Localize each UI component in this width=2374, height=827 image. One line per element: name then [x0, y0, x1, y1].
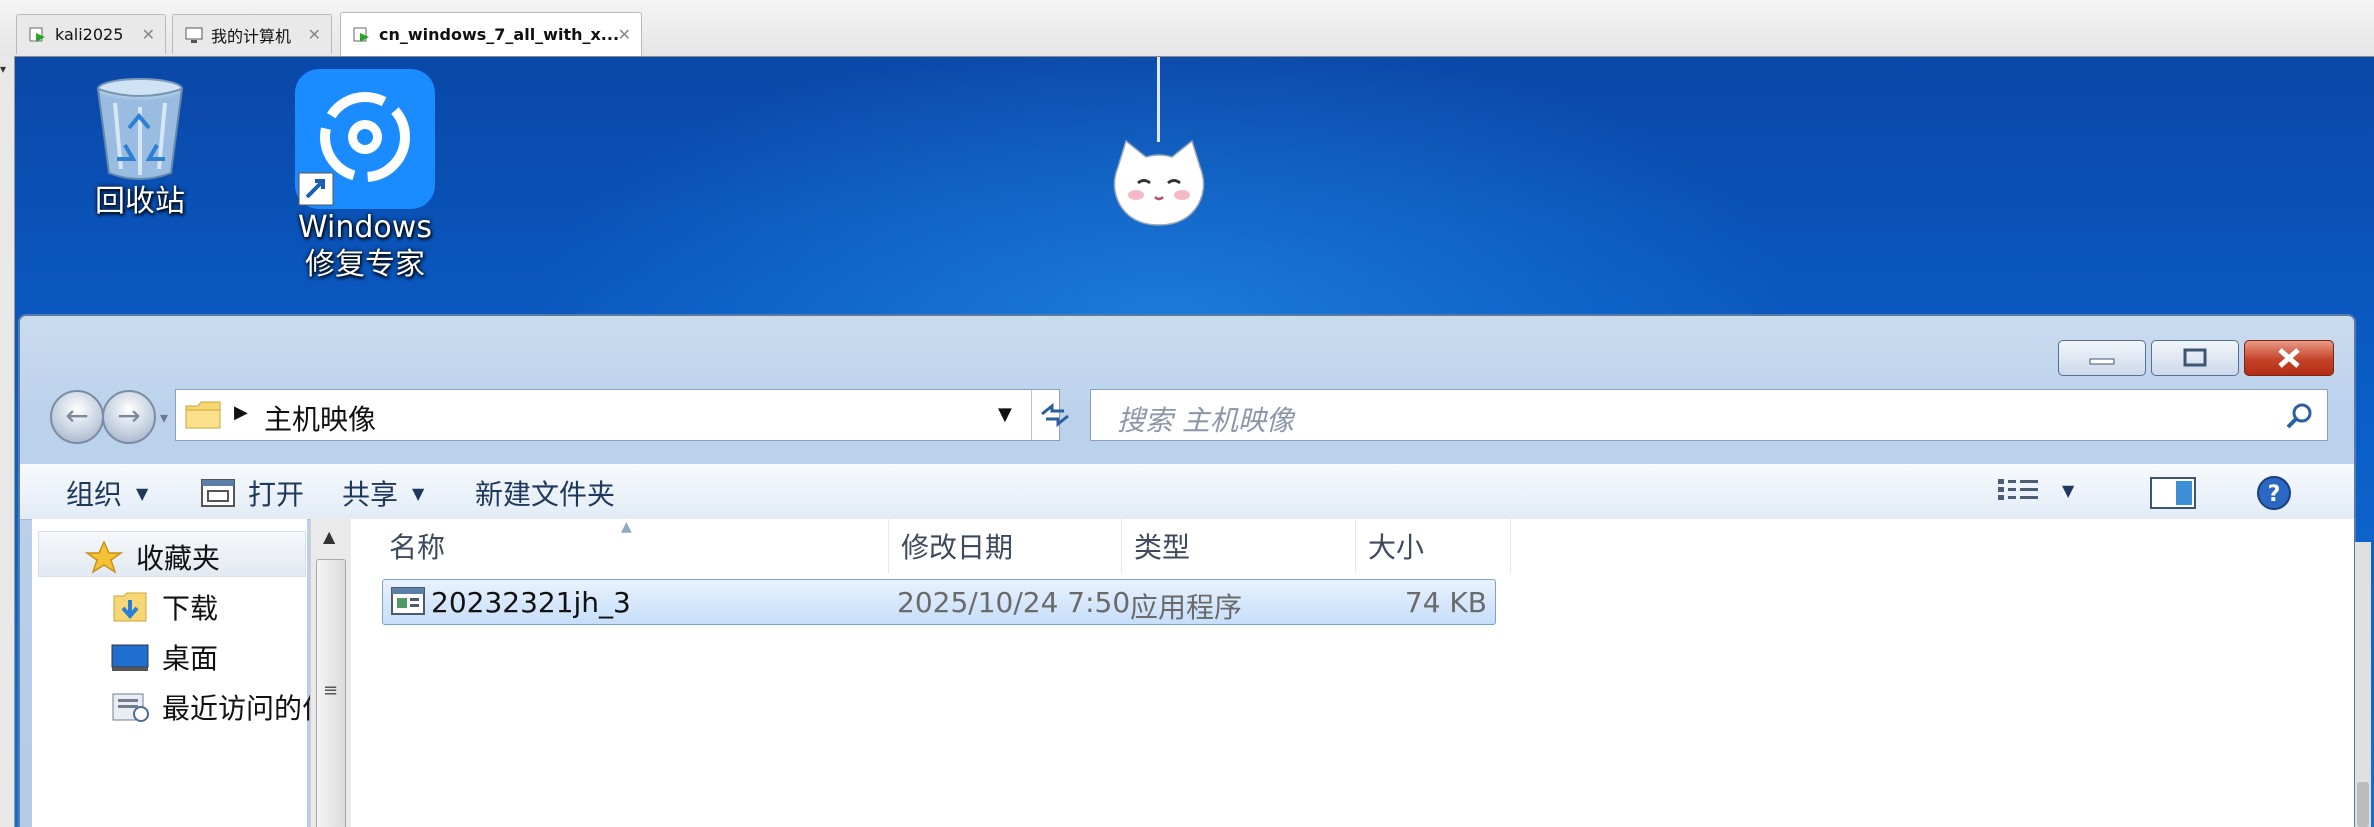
close-icon[interactable]: ✕ — [308, 25, 321, 44]
recent-places-icon — [112, 693, 149, 722]
recycle-bin-icon — [96, 78, 184, 180]
search-input[interactable]: 搜索 主机映像 — [1117, 399, 1294, 439]
breadcrumb[interactable]: 主机映像 — [264, 398, 376, 438]
nav-item-desktop[interactable]: 桌面 — [110, 637, 218, 677]
tab-windows7[interactable]: cn_windows_7_all_with_x... ✕ — [340, 12, 642, 56]
star-icon — [84, 540, 124, 574]
open-app-icon — [201, 479, 235, 507]
share-button[interactable]: 共享 ▼ — [342, 473, 424, 513]
close-icon[interactable]: ✕ — [618, 25, 631, 44]
minimize-button[interactable] — [2058, 340, 2146, 376]
preview-pane-icon — [2150, 477, 2196, 509]
share-label: 共享 — [342, 478, 399, 511]
open-label: 打开 — [248, 478, 305, 511]
column-type-label: 类型 — [1134, 531, 1191, 564]
chevron-down-icon: ▼ — [412, 483, 425, 503]
maximize-icon — [2183, 348, 2207, 367]
nav-item-downloads[interactable]: 下载 — [110, 587, 218, 627]
chevron-down-icon[interactable]: ▼ — [998, 404, 1012, 425]
tab-label: 我的计算机 — [211, 26, 292, 46]
help-icon: ? — [2257, 476, 2291, 510]
host-scrollbar[interactable] — [2355, 542, 2371, 827]
grip-icon: ≡ — [323, 680, 339, 701]
vm-tab-bar: kali2025 ✕ 我的计算机 ✕ cn_windows_7_all_with… — [0, 0, 2374, 58]
nav-favorites-label: 收藏夹 — [136, 542, 221, 575]
cat-string — [1157, 57, 1160, 142]
back-button[interactable]: ← — [50, 390, 104, 444]
arrow-right-icon: → — [117, 399, 141, 432]
arrow-left-icon: ← — [65, 399, 89, 432]
command-bar: 组织 ▼ 打开 共享 ▼ 新建文件夹 ▼ ? — [20, 464, 2354, 520]
recent-pages-dropdown[interactable]: ▾ — [160, 408, 168, 427]
table-row[interactable]: 20232321jh_3 2025/10/24 7:50 应用程序 74 KB — [382, 579, 1496, 625]
organize-button[interactable]: 组织 ▼ — [66, 473, 148, 513]
nav-item-label: 桌面 — [162, 642, 219, 675]
view-options-button[interactable]: ▼ — [1996, 477, 2074, 503]
file-type: 应用程序 — [1130, 591, 1243, 624]
help-button[interactable]: ? — [2256, 475, 2292, 511]
vm-running-icon — [353, 26, 371, 44]
column-header-type[interactable]: 类型 — [1122, 519, 1356, 573]
chevron-down-icon: ▼ — [136, 483, 149, 503]
column-header-size[interactable]: 大小 — [1356, 519, 1511, 573]
preview-pane-button[interactable] — [2150, 477, 2196, 509]
svg-text:?: ? — [2268, 482, 2281, 507]
desktop-icon-recycle-bin[interactable]: 回收站 — [55, 73, 225, 220]
organize-label: 组织 — [66, 478, 123, 511]
file-name: 20232321jh_3 — [431, 586, 631, 619]
tab-label: kali2025 — [55, 25, 124, 44]
chevron-down-icon[interactable]: ▾ — [0, 62, 6, 76]
explorer-window: ← → ▾ ▶ 主机映像 ▼ 搜索 主机映像 组织 ▼ 打开 共享 ▼ 新建文件… — [18, 314, 2356, 827]
file-list: ▲ 名称 修改日期 类型 大小 20232321jh_3 2025/10/24 … — [351, 519, 2354, 827]
tab-label: cn_windows_7_all_with_x... — [379, 25, 620, 44]
desktop-icon-label: 修复专家 — [305, 247, 425, 282]
view-list-icon — [1998, 479, 2038, 500]
file-size: 74 KB — [1404, 586, 1487, 619]
computer-icon — [185, 26, 203, 44]
address-bar[interactable]: ▶ 主机映像 ▼ — [175, 389, 1069, 441]
chevron-down-icon: ▼ — [2062, 480, 2075, 500]
scrollbar-thumb[interactable]: ≡ — [316, 559, 346, 827]
downloads-folder-icon — [113, 592, 147, 622]
folder-icon — [185, 401, 221, 429]
desktop-icon — [111, 644, 149, 671]
scrollbar-thumb[interactable] — [2357, 782, 2369, 827]
open-button[interactable]: 打开 — [200, 473, 304, 513]
scroll-up-icon[interactable]: ▲ — [323, 527, 335, 546]
refresh-icon — [1041, 402, 1069, 428]
vm-running-icon — [29, 26, 47, 44]
nav-favorites[interactable]: 收藏夹 — [84, 537, 220, 577]
maximize-button[interactable] — [2151, 340, 2239, 376]
column-header-modified[interactable]: 修改日期 — [889, 519, 1122, 573]
breadcrumb-arrow-icon[interactable]: ▶ — [234, 402, 248, 423]
tab-my-computer[interactable]: 我的计算机 ✕ — [172, 14, 332, 54]
new-folder-button[interactable]: 新建文件夹 — [475, 473, 615, 513]
navigation-pane: 收藏夹 下载 桌面 最近访问的位置 — [32, 519, 358, 827]
refresh-button[interactable] — [1031, 390, 1078, 440]
file-modified: 2025/10/24 7:50 — [897, 586, 1131, 619]
close-icon — [2278, 348, 2300, 368]
minimize-icon — [2089, 358, 2115, 365]
hanging-cat-icon — [1113, 139, 1205, 226]
column-name-label: 名称 — [389, 531, 446, 564]
column-modified-label: 修改日期 — [901, 531, 1014, 564]
application-icon — [391, 587, 425, 615]
desktop-icon-label: Windows — [298, 210, 432, 245]
search-box[interactable]: 搜索 主机映像 — [1090, 389, 2328, 441]
forward-button[interactable]: → — [102, 390, 156, 444]
desktop-icon-label: 回收站 — [95, 184, 185, 219]
guest-desktop: 回收站 Windows 修复专家 ← → ▾ ▶ 主机映像 ▼ 搜索 主机映像 … — [15, 57, 2374, 827]
column-header-name[interactable]: 名称 — [351, 519, 889, 573]
tab-kali2025[interactable]: kali2025 ✕ — [16, 14, 166, 54]
column-size-label: 大小 — [1368, 531, 1425, 564]
search-icon[interactable] — [2285, 402, 2313, 430]
nav-item-label: 下载 — [162, 592, 219, 625]
close-icon[interactable]: ✕ — [142, 25, 155, 44]
host-side-strip: ▾ — [0, 56, 15, 827]
nav-scrollbar[interactable]: ▲ ≡ — [310, 519, 352, 827]
close-button[interactable] — [2244, 340, 2334, 376]
repair-tool-shortcut-icon — [295, 69, 435, 209]
desktop-icon-windows-repair[interactable]: Windows 修复专家 — [275, 69, 455, 283]
new-folder-label: 新建文件夹 — [475, 478, 616, 511]
